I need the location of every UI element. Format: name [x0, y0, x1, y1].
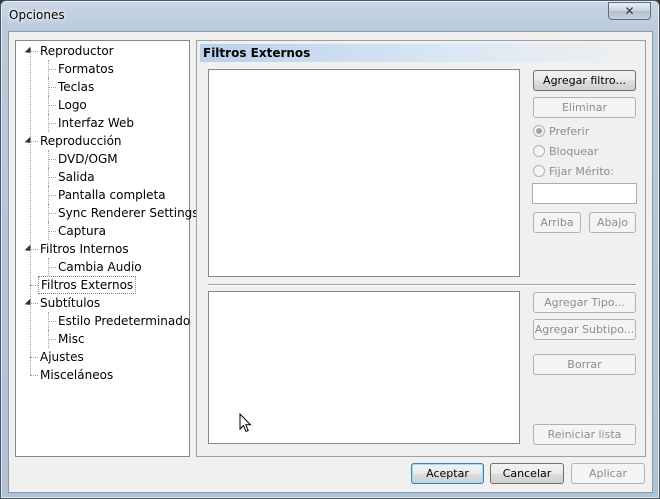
apply-button[interactable]: Aplicar: [571, 463, 645, 484]
tree-item[interactable]: Filtros Internos: [16, 240, 189, 258]
tree-connector: [48, 159, 56, 160]
tree-connector: [48, 69, 56, 70]
tree-item[interactable]: Estilo Predeterminado: [16, 312, 191, 330]
cancel-button[interactable]: Cancelar: [490, 463, 564, 484]
add-type-button[interactable]: Agregar Tipo...: [533, 292, 636, 313]
down-button[interactable]: Abajo: [589, 212, 636, 233]
tree-item[interactable]: Logo: [16, 96, 189, 114]
tree-connector: [30, 303, 38, 304]
tree-item-label: Salida: [58, 170, 95, 184]
tree-connector: [30, 375, 38, 376]
block-radio[interactable]: Bloquear: [533, 143, 598, 159]
tree-connector: [30, 51, 38, 52]
set-merit-label: Fijar Mérito:: [549, 164, 614, 178]
tree-item-label: DVD/OGM: [58, 152, 118, 166]
page-title: Filtros Externos: [200, 44, 642, 62]
tree-connector: [48, 267, 56, 268]
tree-item-label: Reproducción: [40, 134, 122, 148]
tree-item[interactable]: Filtros Externos: [16, 276, 189, 294]
tree-item-label: Captura: [58, 224, 106, 238]
tree-connector: [48, 213, 56, 214]
tree-item[interactable]: Ajustes: [16, 348, 189, 366]
options-tree[interactable]: Reproductor Formatos Teclas Logo Interfaz We…: [15, 40, 199, 457]
tree-item-label: Formatos: [58, 62, 114, 76]
tree-item[interactable]: Subtítulos: [16, 294, 189, 312]
tree-connector: [48, 105, 56, 106]
tree-connector: [48, 195, 56, 196]
tree-item-label: Reproductor: [40, 44, 114, 58]
tree-item-label: Subtítulos: [40, 296, 101, 310]
up-button[interactable]: Arriba: [533, 212, 581, 233]
tree-item-label: Misc: [58, 332, 85, 346]
tree-connector: [48, 339, 56, 340]
tree-item[interactable]: Cambia Audio: [16, 258, 189, 276]
tree-item-label: Pantalla completa: [58, 188, 166, 202]
tree-connector: [48, 87, 56, 88]
radio-icon: [533, 165, 545, 177]
window-title: Opciones: [9, 8, 65, 22]
filters-list[interactable]: [208, 69, 520, 277]
tree-item[interactable]: Misc: [16, 330, 189, 348]
tree-connector: [30, 357, 38, 358]
tree-item[interactable]: Reproducción: [16, 132, 189, 150]
tree-item[interactable]: Formatos: [16, 60, 189, 78]
dialog-client-area: Reproductor Formatos Teclas Logo Interfaz We…: [8, 31, 653, 493]
tree-item[interactable]: Interfaz Web: [16, 114, 189, 132]
tree-connector: [48, 231, 56, 232]
tree-connector: [48, 321, 56, 322]
set-merit-radio[interactable]: Fijar Mérito:: [533, 163, 614, 179]
separator: [208, 284, 636, 286]
tree-connector: [30, 141, 38, 142]
delete-button[interactable]: Borrar: [533, 354, 636, 375]
tree-item[interactable]: DVD/OGM: [16, 150, 189, 168]
media-types-tree[interactable]: [208, 291, 520, 444]
add-filter-button[interactable]: Agregar filtro...: [533, 70, 636, 91]
merit-field[interactable]: [532, 183, 637, 204]
add-subtype-button[interactable]: Agregar Subtipo...: [533, 319, 636, 340]
close-button[interactable]: ✕: [608, 2, 651, 20]
external-filters-panel: Filtros Externos Agregar filtro... Elimi…: [196, 40, 646, 457]
tree-item[interactable]: Misceláneos: [16, 366, 189, 384]
tree-item-label: Estilo Predeterminado: [58, 314, 191, 328]
close-icon: ✕: [624, 4, 635, 18]
tree-item-label: Cambia Audio: [58, 260, 142, 274]
prefer-radio[interactable]: Preferir: [533, 123, 589, 139]
tree-item[interactable]: Captura: [16, 222, 189, 240]
tree-item[interactable]: Reproductor: [16, 42, 189, 60]
tree-item[interactable]: Salida: [16, 168, 189, 186]
tree-connector: [30, 285, 38, 286]
tree-root-connector: [30, 51, 31, 375]
accept-button[interactable]: Aceptar: [411, 463, 484, 484]
tree-item[interactable]: Sync Renderer Settings: [16, 204, 199, 222]
tree-item-label: Teclas: [58, 80, 95, 94]
tree-item-label: Ajustes: [40, 350, 84, 364]
radio-icon: [533, 145, 545, 157]
tree-item-label: Logo: [58, 98, 87, 112]
remove-filter-button[interactable]: Eliminar: [533, 97, 636, 118]
prefer-label: Preferir: [549, 124, 590, 138]
tree-connector: [48, 177, 56, 178]
tree-connector: [48, 123, 56, 124]
mouse-cursor-icon: [239, 413, 252, 433]
tree-item[interactable]: Pantalla completa: [16, 186, 189, 204]
block-label: Bloquear: [549, 144, 599, 158]
tree-item-label: Interfaz Web: [58, 116, 135, 130]
radio-checked-icon: [533, 125, 545, 137]
title-bar[interactable]: Opciones ✕: [1, 1, 659, 29]
tree-item[interactable]: Teclas: [16, 78, 189, 96]
tree-item-label: Filtros Externos: [38, 276, 137, 294]
tree-connector: [30, 249, 38, 250]
tree-item-label: Misceláneos: [40, 368, 114, 382]
tree-item-label: Filtros Internos: [40, 242, 129, 256]
tree-item-label: Sync Renderer Settings: [58, 206, 199, 220]
options-window: Opciones ✕ Reproductor Formatos Teclas Logo…: [0, 0, 660, 499]
reset-list-button[interactable]: Reiniciar lista: [533, 424, 636, 445]
